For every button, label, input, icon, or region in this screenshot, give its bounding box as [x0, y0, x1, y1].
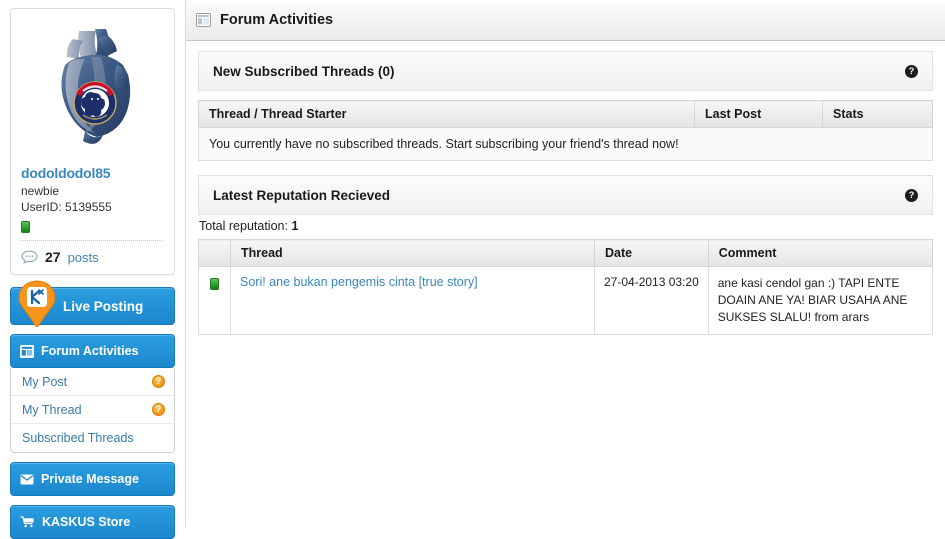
green-cendol-bar-icon [210, 277, 219, 290]
empty-message: You currently have no subscribed threads… [198, 127, 933, 161]
total-reputation-value: 1 [291, 219, 299, 233]
table-header-row: Thread / Thread Starter Last Post Stats [198, 100, 933, 128]
green-cendol-bar-icon [21, 220, 30, 233]
thread-link[interactable]: Sori! ane bukan pengemis cinta [true sto… [240, 275, 478, 289]
total-reputation: Total reputation: 1 [198, 215, 933, 239]
sidebar-item-live-posting-label: Live Posting [63, 298, 144, 314]
sidebar-item-subscribed-threads[interactable]: Subscribed Threads [11, 424, 174, 452]
avatar [21, 19, 164, 159]
sidebar-item-my-thread-label: My Thread [22, 402, 82, 417]
help-icon[interactable]: ? [905, 188, 918, 202]
reputation-header: Latest Reputation Recieved ? [198, 175, 933, 215]
help-badge-icon[interactable]: ? [152, 403, 165, 416]
table-header-row: Thread Date Comment [198, 239, 934, 267]
kaskus-pin-icon [18, 280, 56, 327]
main-body: New Subscribed Threads (0) ? Thread / Th… [186, 41, 945, 335]
sidebar-item-private-message[interactable]: Private Message [10, 462, 175, 496]
profile-forum-activities-page: dodoldodol85 newbie UserID: 5139555 27 p… [0, 0, 945, 539]
main-header: Forum Activities [186, 0, 945, 41]
reputation-date-cell: 27-04-2013 03:20 [594, 266, 709, 335]
column-header-last-post[interactable]: Last Post [694, 100, 823, 128]
profile-card: dodoldodol85 newbie UserID: 5139555 27 p… [10, 8, 175, 275]
layout-window-icon [20, 344, 34, 358]
sidebar-item-subscribed-threads-label: Subscribed Threads [22, 431, 134, 445]
subscribed-threads-title: New Subscribed Threads (0) [213, 63, 395, 79]
sidebar-item-my-post[interactable]: My Post ? [11, 368, 174, 396]
sidebar-item-my-thread[interactable]: My Thread ? [11, 396, 174, 424]
table-row-empty: You currently have no subscribed threads… [198, 127, 933, 161]
speech-bubble-icon [21, 250, 38, 264]
sidebar-item-forum-activities[interactable]: Forum Activities [10, 334, 175, 368]
column-header-comment[interactable]: Comment [707, 239, 934, 267]
profile-posts-row[interactable]: 27 posts [21, 240, 164, 274]
main-content: Forum Activities New Subscribed Threads … [185, 0, 945, 527]
page-title: Forum Activities [220, 12, 334, 28]
help-badge-icon[interactable]: ? [152, 375, 165, 388]
column-header-thread-starter[interactable]: Thread / Thread Starter [198, 100, 695, 128]
total-reputation-label: Total reputation: [199, 219, 288, 233]
profile-username[interactable]: dodoldodol85 [21, 165, 164, 181]
subscribed-threads-panel: New Subscribed Threads (0) ? Thread / Th… [198, 51, 933, 161]
column-header-icon [198, 239, 231, 267]
column-header-thread[interactable]: Thread [230, 239, 595, 267]
sidebar-item-private-message-label: Private Message [41, 472, 139, 486]
envelope-icon [20, 474, 34, 484]
sidebar-item-live-posting[interactable]: Live Posting [10, 280, 175, 327]
reputation-comment-cell: ane kasi cendol gan :) TAPI ENTE DOAIN A… [707, 266, 934, 335]
chelsea-heart-avatar-icon [60, 29, 130, 144]
subscribed-threads-table: Thread / Thread Starter Last Post Stats … [198, 100, 933, 161]
posts-label: posts [67, 249, 99, 265]
reputation-title: Latest Reputation Recieved [213, 187, 391, 203]
posts-count: 27 [45, 249, 61, 265]
reputation-thread-cell: Sori! ane bukan pengemis cinta [true sto… [230, 266, 595, 335]
reputation-table: Thread Date Comment Sori! ane bukan peng… [198, 239, 934, 335]
layout-window-icon [196, 13, 211, 27]
profile-usertitle: newbie [21, 184, 60, 198]
column-header-stats[interactable]: Stats [822, 100, 933, 128]
profile-userid: UserID: 5139555 [21, 200, 112, 214]
sidebar-nav: Live Posting Forum Activities My Post ? … [10, 280, 175, 539]
reputation-icon-cell [198, 266, 231, 335]
shopping-cart-icon [20, 516, 34, 528]
sidebar-item-forum-activities-label: Forum Activities [41, 344, 139, 358]
column-header-date[interactable]: Date [594, 239, 709, 267]
profile-reputation [21, 219, 164, 233]
reputation-panel: Latest Reputation Recieved ? Total reput… [198, 175, 934, 335]
sidebar: dodoldodol85 newbie UserID: 5139555 27 p… [0, 0, 185, 539]
sidebar-item-kaskus-store[interactable]: KASKUS Store [10, 505, 175, 539]
subscribed-threads-header: New Subscribed Threads (0) ? [198, 51, 933, 91]
table-row: Sori! ane bukan pengemis cinta [true sto… [198, 266, 934, 335]
sidebar-item-my-post-label: My Post [22, 374, 68, 389]
sidebar-subnav: My Post ? My Thread ? Subscribed Threads [10, 368, 175, 453]
help-icon[interactable]: ? [905, 64, 918, 78]
